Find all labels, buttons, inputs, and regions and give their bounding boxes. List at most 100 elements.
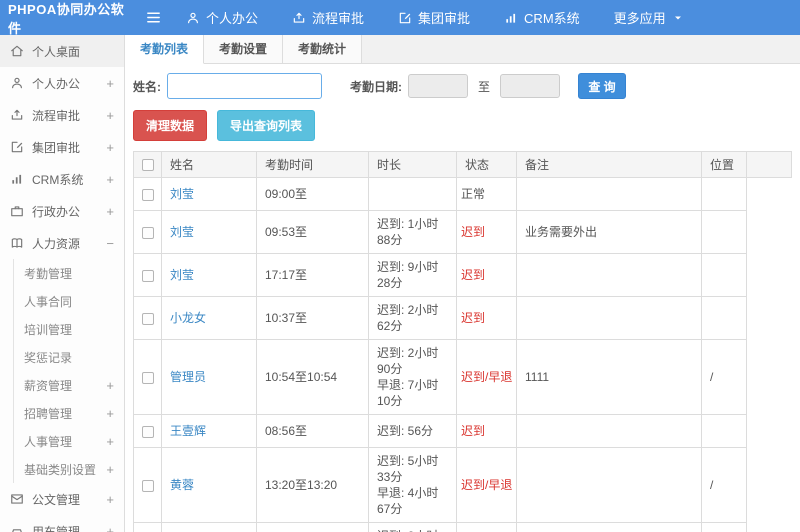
status-text: 迟到 — [461, 424, 486, 438]
location-cell — [701, 414, 747, 448]
attendance-time-cell: 10:37至 — [256, 296, 369, 340]
nav-item-label: CRM系统 — [524, 11, 580, 26]
sidebar-item-label: 公文管理 — [32, 492, 81, 507]
expand-toggle[interactable]: + — [104, 172, 114, 187]
sidebar-subitem-personnel-management[interactable]: 人事管理 + — [14, 427, 124, 455]
sidebar-item-crm-system[interactable]: CRM系统 + — [0, 163, 124, 195]
search-button[interactable]: 查 询 — [578, 73, 627, 99]
status-cell: 迟到/早退 — [456, 447, 517, 523]
app-logo: PHPOA协同办公软件 — [8, 1, 125, 36]
row-checkbox[interactable] — [141, 312, 154, 325]
row-checkbox[interactable] — [141, 479, 154, 492]
hamburger-menu-icon[interactable] — [145, 9, 162, 26]
employee-name-link[interactable]: 刘莹 — [170, 187, 194, 201]
sidebar-subitem-personnel-contract[interactable]: 人事合同 — [14, 287, 124, 315]
location-cell — [701, 296, 747, 340]
row-checkbox[interactable] — [141, 269, 154, 282]
name-filter-input[interactable] — [167, 73, 322, 99]
name-cell: 管理员 — [161, 339, 257, 415]
nav-item-group-approval[interactable]: 集团审批 — [398, 8, 470, 27]
sidebar-subitem-recruitment-management[interactable]: 招聘管理 + — [14, 399, 124, 427]
expand-toggle[interactable]: + — [104, 406, 114, 421]
nav-item-process-approval[interactable]: 流程审批 — [292, 8, 364, 27]
tab-attendance-settings[interactable]: 考勤设置 — [204, 35, 284, 64]
select-all-checkbox[interactable] — [141, 159, 154, 172]
expand-toggle[interactable]: + — [104, 140, 114, 155]
clean-data-button[interactable]: 清理数据 — [133, 110, 208, 141]
employee-name-link[interactable]: 王壹辉 — [170, 424, 206, 438]
location-cell — [701, 522, 747, 532]
note-cell — [516, 447, 702, 523]
sidebar-item-group-approval[interactable]: 集团审批 + — [0, 131, 124, 163]
sidebar-item-vehicle-management[interactable]: 用车管理 + — [0, 515, 124, 532]
sidebar-item-document-management[interactable]: 公文管理 + — [0, 483, 124, 515]
row-checkbox[interactable] — [141, 226, 154, 239]
tab-attendance-list[interactable]: 考勤列表 — [125, 35, 205, 64]
expand-toggle[interactable]: + — [104, 108, 114, 123]
duration-text: 迟到: 2小时90分 — [377, 346, 439, 376]
status-cell: 迟到 — [456, 253, 517, 297]
status-cell: 迟到/早退 — [456, 339, 517, 415]
row-checkbox[interactable] — [141, 425, 154, 438]
sidebar-subitem-attendance-management[interactable]: 考勤管理 — [14, 259, 124, 287]
status-cell: 迟到 — [456, 210, 517, 254]
attendance-table: 姓名 考勤时间 时长 状态 备注 位置 刘莹 09:00至 正常 刘莹 09:53至 迟到: 1小时… — [133, 151, 792, 532]
sidebar-item-process-approval[interactable]: 流程审批 + — [0, 99, 124, 131]
employee-name-link[interactable]: 刘莹 — [170, 225, 194, 239]
employee-name-link[interactable]: 刘莹 — [170, 268, 194, 282]
expand-toggle[interactable]: + — [104, 378, 114, 393]
expand-toggle[interactable]: + — [104, 76, 114, 91]
date-to-input[interactable] — [500, 74, 561, 98]
expand-toggle[interactable]: + — [104, 434, 114, 449]
tab-attendance-stats[interactable]: 考勤统计 — [283, 35, 363, 64]
nav-item-label: 更多应用 — [613, 11, 666, 26]
column-header: 考勤时间 — [256, 151, 369, 178]
duration-text: 迟到: 9小时28分 — [377, 260, 439, 290]
duration-cell — [368, 177, 457, 211]
row-checkbox-cell — [133, 210, 162, 254]
sidebar-subitem-label: 薪资管理 — [24, 378, 73, 393]
employee-name-link[interactable]: 小龙女 — [170, 311, 206, 325]
sidebar-item-label: 集团审批 — [32, 140, 81, 155]
employee-name-link[interactable]: 管理员 — [170, 370, 206, 384]
sidebar-subitem-salary-management[interactable]: 薪资管理 + — [14, 371, 124, 399]
attendance-table-head: 姓名 考勤时间 时长 状态 备注 位置 — [133, 151, 792, 178]
expand-toggle[interactable]: + — [104, 524, 114, 532]
sidebar-subitem-base-category-settings[interactable]: 基础类别设置 + — [14, 455, 124, 483]
nav-item-personal-office[interactable]: 个人办公 — [186, 8, 258, 27]
sidebar-item-personal-office[interactable]: 个人办公 + — [0, 67, 124, 99]
duration-text: 迟到: 5小时33分 — [377, 454, 439, 484]
name-cell: 刘莹 — [161, 177, 257, 211]
sidebar-item-admin-office[interactable]: 行政办公 + — [0, 195, 124, 227]
process-icon — [10, 108, 24, 122]
sidebar-item-human-resources[interactable]: 人力资源 − — [0, 227, 124, 259]
sidebar-subitem-label: 考勤管理 — [24, 266, 73, 281]
sidebar-subitem-label: 招聘管理 — [24, 406, 73, 421]
name-filter-label: 姓名: — [133, 79, 161, 94]
name-cell: 王壹辉 — [161, 522, 257, 532]
nav-item-crm-system[interactable]: CRM系统 — [504, 8, 580, 27]
expand-toggle[interactable]: + — [104, 462, 114, 477]
row-checkbox[interactable] — [141, 371, 154, 384]
row-checkbox[interactable] — [141, 188, 154, 201]
column-header: 状态 — [456, 151, 517, 178]
expand-toggle[interactable]: − — [104, 236, 114, 251]
sidebar-item-label: 个人桌面 — [32, 44, 81, 59]
table-row: 王壹辉10:02至迟到: 2小时03分 迟到 — [133, 522, 792, 532]
employee-name-link[interactable]: 黄蓉 — [170, 478, 194, 492]
expand-toggle[interactable]: + — [104, 492, 114, 507]
table-row: 小龙女 10:37至 迟到: 2小时62分 迟到 — [133, 296, 792, 340]
sidebar-subitem-training-management[interactable]: 培训管理 — [14, 315, 124, 343]
nav-item-label: 个人办公 — [206, 11, 259, 26]
nav-item-more-apps[interactable]: 更多应用 — [614, 8, 684, 27]
duration-cell: 迟到: 9小时28分 — [368, 253, 457, 297]
note-cell: 业务需要外出 — [516, 210, 702, 254]
sidebar-subitem-rewards-records[interactable]: 奖惩记录 — [14, 343, 124, 371]
user-icon — [10, 76, 24, 90]
sidebar: 个人桌面 个人办公 + 流程审批 + 集团审批 + CRM系统 + 行政办公 + 人力资源 − 考勤管理人… — [0, 35, 125, 532]
export-list-button[interactable]: 导出查询列表 — [217, 110, 316, 141]
date-from-input[interactable] — [408, 74, 468, 98]
sidebar-item-personal-desktop[interactable]: 个人桌面 — [0, 35, 124, 67]
note-cell — [516, 296, 702, 340]
expand-toggle[interactable]: + — [104, 204, 114, 219]
